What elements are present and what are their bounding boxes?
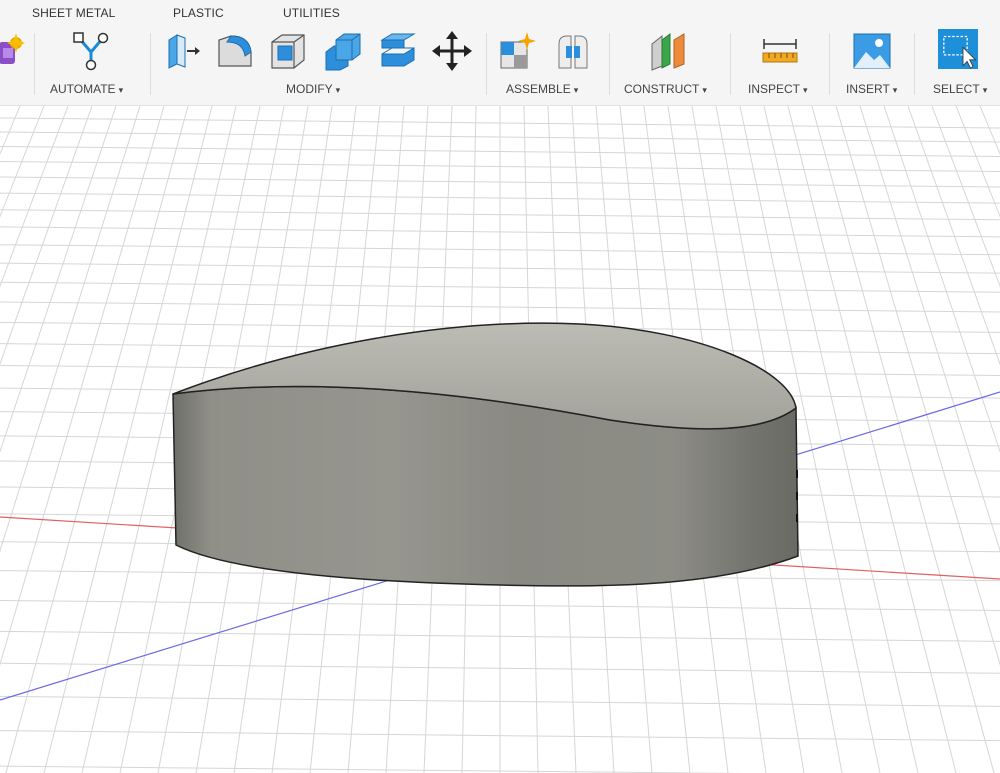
insert-label: INSERT bbox=[846, 82, 890, 96]
move-icon[interactable] bbox=[432, 30, 472, 72]
toolbar: SHEET METAL PLASTIC UTILITIES AUTOMATE▾ bbox=[0, 0, 1000, 106]
insert-image-icon[interactable] bbox=[852, 30, 892, 72]
new-component-icon[interactable] bbox=[497, 30, 537, 72]
measure-icon[interactable] bbox=[760, 30, 800, 72]
canvas-viewport[interactable] bbox=[0, 106, 1000, 773]
assemble-label: ASSEMBLE bbox=[506, 82, 571, 96]
tab-plastic[interactable]: PLASTIC bbox=[173, 6, 224, 20]
automate-icon[interactable] bbox=[71, 30, 111, 72]
shell-icon[interactable] bbox=[268, 30, 308, 72]
construct-label: CONSTRUCT bbox=[624, 82, 700, 96]
automate-menu[interactable]: AUTOMATE ▾ bbox=[50, 82, 123, 96]
chevron-down-icon: ▾ bbox=[118, 85, 124, 95]
inspect-menu[interactable]: INSPECT ▾ bbox=[748, 82, 808, 96]
select-icon[interactable] bbox=[938, 28, 986, 76]
modify-menu[interactable]: MODIFY ▾ bbox=[286, 82, 340, 96]
assemble-menu[interactable]: ASSEMBLE ▾ bbox=[506, 82, 578, 96]
create-form-icon[interactable] bbox=[0, 30, 25, 72]
fillet-icon[interactable] bbox=[215, 30, 255, 72]
offset-face-icon[interactable] bbox=[378, 30, 418, 72]
3d-body[interactable] bbox=[172, 322, 799, 587]
tab-sheet-metal[interactable]: SHEET METAL bbox=[32, 6, 115, 20]
combine-icon[interactable] bbox=[322, 30, 362, 72]
inspect-label: INSPECT bbox=[748, 82, 801, 96]
chevron-down-icon: ▾ bbox=[803, 85, 808, 95]
chevron-down-icon: ▾ bbox=[573, 85, 579, 95]
chevron-down-icon: ▾ bbox=[892, 85, 898, 95]
press-pull-icon[interactable] bbox=[163, 30, 203, 72]
offset-plane-icon[interactable] bbox=[648, 30, 688, 72]
chevron-down-icon: ▾ bbox=[335, 85, 341, 95]
construct-menu[interactable]: CONSTRUCT ▾ bbox=[624, 82, 707, 96]
insert-menu[interactable]: INSERT ▾ bbox=[846, 82, 897, 96]
tab-utilities[interactable]: UTILITIES bbox=[283, 6, 340, 20]
select-menu[interactable]: SELECT ▾ bbox=[933, 82, 987, 96]
automate-label: AUTOMATE bbox=[50, 82, 116, 96]
modify-label: MODIFY bbox=[286, 82, 333, 96]
joint-icon[interactable] bbox=[553, 30, 593, 72]
select-label: SELECT bbox=[933, 82, 980, 96]
chevron-down-icon: ▾ bbox=[982, 85, 988, 95]
chevron-down-icon: ▾ bbox=[702, 85, 707, 95]
